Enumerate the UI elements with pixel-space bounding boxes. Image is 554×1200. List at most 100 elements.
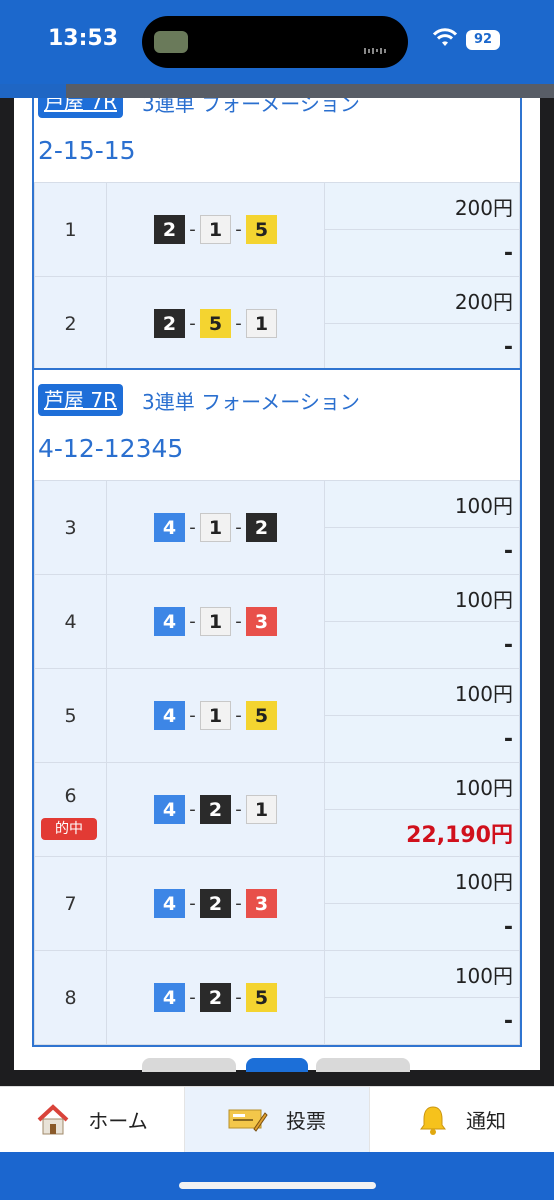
- wifi-icon: [432, 28, 458, 46]
- combo-cell: 4-1-5: [106, 668, 325, 763]
- boat-number-box: 4: [154, 889, 185, 918]
- boat-number-box: 1: [200, 513, 231, 542]
- combo-cell: 2-1-5: [106, 182, 325, 277]
- row-number-cell: 3: [34, 480, 107, 575]
- stake-amount: 200円: [324, 182, 520, 230]
- boat-number-box: 4: [154, 983, 185, 1012]
- stake-amount: 100円: [324, 762, 520, 810]
- boat-number-box: 1: [246, 309, 277, 338]
- row-number: 3: [64, 516, 77, 539]
- table-row: 1 2-1-5 200円: [34, 182, 520, 277]
- stake-amount: 100円: [324, 574, 520, 622]
- combo-cell: 4-2-1: [106, 762, 325, 857]
- row-number-cell: 4: [34, 574, 107, 669]
- dash-separator: -: [235, 799, 242, 820]
- stake-amount: 100円: [324, 856, 520, 904]
- dash-separator: -: [189, 517, 196, 538]
- home-indicator[interactable]: [179, 1182, 376, 1189]
- stake-amount: 200円: [324, 276, 520, 324]
- dash-separator: -: [189, 893, 196, 914]
- bottom-safe-area: [0, 1152, 554, 1200]
- boat-number-box: 4: [154, 513, 185, 542]
- row-number-cell: 8: [34, 950, 107, 1045]
- combo-cell: 4-1-3: [106, 574, 325, 669]
- boat-number-box: 1: [246, 795, 277, 824]
- payout-result: -: [324, 621, 520, 669]
- pager-button-next[interactable]: [316, 1058, 410, 1072]
- boat-number-box: 2: [246, 513, 277, 542]
- row-number-cell: 6 的中: [34, 762, 107, 857]
- table-row: 7 4-2-3 100円: [34, 856, 520, 951]
- row-number-cell: 1: [34, 182, 107, 277]
- boat-number-box: 1: [200, 701, 231, 730]
- dash-separator: -: [189, 313, 196, 334]
- dash-separator: -: [235, 987, 242, 1008]
- tab-vote[interactable]: 投票: [185, 1087, 370, 1152]
- row-number: 8: [64, 986, 77, 1009]
- boat-number-box: 2: [200, 983, 231, 1012]
- combo-title: 4-12-12345: [38, 434, 184, 463]
- bet-type: 3連単 フォーメーション: [142, 390, 360, 414]
- bet-card-header: 芦屋 7R 3連単 フォーメーション 4-12-12345: [34, 370, 520, 480]
- dash-separator: -: [235, 517, 242, 538]
- boat-number-box: 5: [246, 983, 277, 1012]
- dash-separator: -: [189, 219, 196, 240]
- payout-result: 22,190円: [324, 809, 520, 857]
- row-number: 7: [64, 892, 77, 915]
- ticket-icon: [228, 1109, 268, 1132]
- boat-number-box: 1: [200, 607, 231, 636]
- payout-result: -: [324, 323, 520, 371]
- boat-number-box: 4: [154, 795, 185, 824]
- table-row: 5 4-1-5 100円: [34, 668, 520, 763]
- combo-cell: 4-2-5: [106, 950, 325, 1045]
- dash-separator: -: [235, 219, 242, 240]
- pager-button-current[interactable]: [246, 1058, 308, 1072]
- row-number: 1: [64, 218, 77, 241]
- dash-separator: -: [189, 799, 196, 820]
- table-row: 8 4-2-5 100円: [34, 950, 520, 1045]
- row-number: 2: [64, 312, 77, 335]
- table-row: 6 的中 4-2-1 100円: [34, 762, 520, 857]
- payout-result: -: [324, 527, 520, 575]
- boat-number-box: 2: [200, 889, 231, 918]
- dash-separator: -: [235, 611, 242, 632]
- now-playing-thumbnail: [154, 31, 188, 53]
- boat-number-box: 3: [246, 889, 277, 918]
- bell-icon: [420, 1105, 446, 1135]
- table-row: 3 4-1-2 100円: [34, 480, 520, 575]
- payout-result: -: [324, 715, 520, 763]
- payout-result: -: [324, 229, 520, 277]
- payout-result: -: [324, 997, 520, 1045]
- backdrop-edge-dim: [66, 84, 554, 98]
- boat-number-box: 2: [154, 309, 185, 338]
- venue-tag[interactable]: 芦屋 7R: [38, 384, 123, 416]
- tab-home[interactable]: ホーム: [0, 1087, 185, 1152]
- boat-number-box: 5: [200, 309, 231, 338]
- bet-table: 1 2-1-5 200円 -2 2-5-1 200円 -: [34, 182, 520, 371]
- clock: 13:53: [48, 26, 119, 51]
- combo-cell: 4-2-3: [106, 856, 325, 951]
- table-row: 2 2-5-1 200円: [34, 276, 520, 371]
- status-bar: 13:53 92: [0, 0, 554, 84]
- dynamic-island: [142, 16, 408, 68]
- venue-tag[interactable]: 芦屋 7R: [38, 98, 123, 118]
- boat-number-box: 4: [154, 701, 185, 730]
- boat-number-box: 1: [200, 215, 231, 244]
- dash-separator: -: [189, 987, 196, 1008]
- bet-card: 芦屋 7R 3連単 フォーメーション 2-15-15 1 2-1-5 200円 -2 2-5-…: [32, 98, 522, 373]
- hit-badge: 的中: [41, 818, 97, 840]
- combo-cell: 4-1-2: [106, 480, 325, 575]
- row-number: 4: [64, 610, 77, 633]
- tab-notifications-label: 通知: [466, 1109, 506, 1133]
- stake-amount: 100円: [324, 950, 520, 998]
- table-row: 4 4-1-3 100円: [34, 574, 520, 669]
- tab-notifications[interactable]: 通知: [370, 1087, 554, 1152]
- dash-separator: -: [189, 611, 196, 632]
- boat-number-box: 4: [154, 607, 185, 636]
- bet-type: 3連単 フォーメーション: [142, 98, 360, 116]
- row-number-cell: 5: [34, 668, 107, 763]
- tab-vote-label: 投票: [286, 1109, 326, 1133]
- pager-button-prev[interactable]: [142, 1058, 236, 1072]
- dash-separator: -: [189, 705, 196, 726]
- boat-number-box: 5: [246, 215, 277, 244]
